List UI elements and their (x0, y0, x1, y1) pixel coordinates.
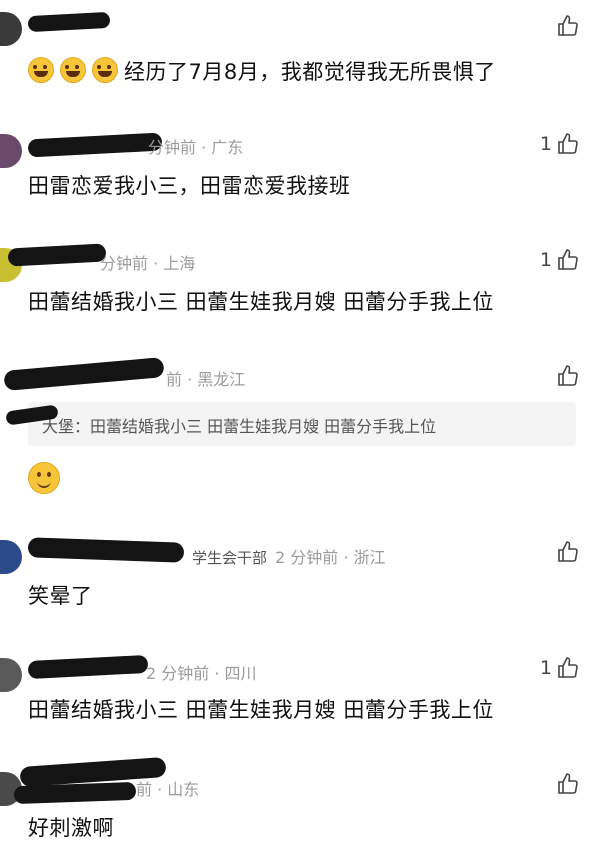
like-button[interactable]: 1 (540, 248, 580, 272)
comment-text: 好刺激啊 (28, 816, 114, 840)
avatar[interactable] (0, 134, 22, 168)
thumbs-up-icon (558, 773, 578, 794)
comment-meta: 前 · 山东 (136, 780, 200, 799)
avatar[interactable] (0, 540, 22, 574)
smiley-emoji (28, 462, 60, 494)
laughing-tears-emoji (60, 57, 86, 83)
comment-item: 学生会干部 2 分钟前 · 浙江 笑晕了 (0, 530, 600, 630)
redacted-username (27, 132, 163, 158)
thumbs-up-icon (558, 15, 578, 36)
comment-item: 前 · 山东 好刺激啊 (0, 756, 600, 864)
redacted-username (27, 654, 149, 680)
redacted-username (3, 357, 165, 391)
thumbs-up-icon (558, 657, 578, 678)
comment-text: 田蕾结婚我小三 田蕾生娃我月嫂 田蕾分手我上位 (28, 290, 494, 314)
like-button[interactable]: 1 (540, 656, 580, 680)
like-count: 1 (539, 657, 552, 679)
like-button[interactable]: 1 (540, 132, 580, 156)
comment-text: 笑晕了 (28, 584, 93, 608)
comment-item: 前 · 黑龙江 大堡：田蕾结婚我小三 田蕾生娃我月嫂 田蕾分手我上位 (0, 352, 600, 512)
thumbs-up-icon (558, 365, 578, 386)
laughing-tears-emoji (92, 57, 118, 83)
quoted-comment-text: 大堡：田蕾结婚我小三 田蕾生娃我月嫂 田蕾分手我上位 (42, 417, 437, 436)
avatar[interactable] (0, 12, 22, 46)
avatar[interactable] (0, 658, 22, 692)
like-button[interactable] (552, 540, 580, 564)
comment-text: 田蕾结婚我小三 田蕾生娃我月嫂 田蕾分手我上位 (28, 698, 494, 722)
comment-item: 分钟前 · 上海 1 田蕾结婚我小三 田蕾生娃我月嫂 田蕾分手我上位 (0, 234, 600, 344)
laughing-tears-emoji (28, 57, 54, 83)
thumbs-up-icon (558, 133, 578, 154)
quoted-comment[interactable]: 大堡：田蕾结婚我小三 田蕾生娃我月嫂 田蕾分手我上位 (28, 402, 576, 446)
comment-meta: 2 分钟前 · 四川 (146, 664, 257, 683)
like-button[interactable] (552, 772, 580, 796)
comment-text: 田雷恋爱我小三，田雷恋爱我接班 (28, 174, 351, 198)
redacted-username (7, 243, 107, 267)
comment-meta: 前 · 黑龙江 (166, 370, 246, 389)
redacted-username (27, 537, 185, 563)
thumbs-up-icon (558, 249, 578, 270)
user-badge: 学生会干部 (192, 549, 268, 567)
comment-meta: 学生会干部 2 分钟前 · 浙江 (192, 548, 386, 567)
like-count: 1 (539, 249, 552, 271)
comment-item: 分钟前 · 广东 1 田雷恋爱我小三，田雷恋爱我接班 (0, 118, 600, 228)
like-button[interactable] (552, 14, 580, 38)
comment-text: 经历了7月8月，我都觉得我无所畏惧了 (28, 56, 496, 86)
like-count: 1 (539, 133, 552, 155)
comment-item: 经历了7月8月，我都觉得我无所畏惧了 (0, 0, 600, 100)
comment-meta: 分钟前 · 广东 (148, 138, 244, 157)
thumbs-up-icon (558, 541, 578, 562)
comment-meta: 分钟前 · 上海 (100, 254, 196, 273)
comment-item: 2 分钟前 · 四川 1 田蕾结婚我小三 田蕾生娃我月嫂 田蕾分手我上位 (0, 648, 600, 748)
redacted-username (27, 11, 111, 33)
redacted-username (13, 781, 137, 805)
like-button[interactable] (552, 364, 580, 388)
